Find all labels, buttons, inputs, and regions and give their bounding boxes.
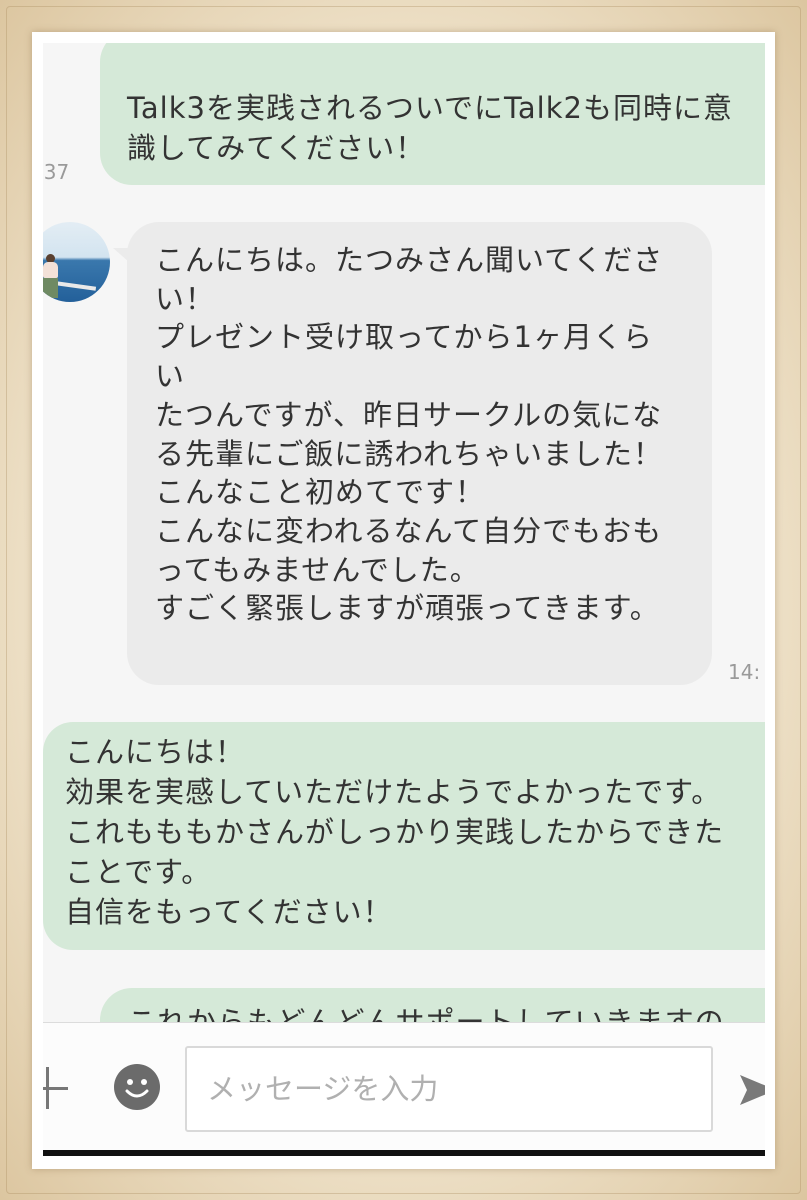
message-line: こんにちは！ (65, 735, 246, 769)
message-line: 識してみてください！ (127, 131, 426, 165)
emoji-icon[interactable] (114, 1064, 160, 1110)
message-bubble-outgoing: Talk3を実践されるついでにTalk2も同時に意 識してみてください！ (100, 43, 765, 185)
message-line: プレゼント受け取ってから1ヶ月くら (155, 320, 654, 355)
avatar-boat-rail (55, 281, 97, 291)
frame-mat (32, 32, 775, 1169)
message-line: い！ (155, 281, 216, 316)
send-icon[interactable] (738, 1070, 765, 1110)
message-bubble-outgoing: こんにちは！ 効果を実感していただけたようでよかったです。 これもももかさんがし… (43, 722, 765, 950)
bottom-edge-bar (43, 1150, 765, 1156)
message-timestamp: :37 (43, 160, 70, 184)
avatar-person-head (46, 254, 55, 263)
message-line: こんにちは。たつみさん聞いてくださ (155, 243, 664, 277)
bubble-tail (113, 248, 129, 262)
chat-screen: Talk3を実践されるついでにTalk2も同時に意 識してみてください！ :37… (43, 43, 765, 1156)
avatar-person-bottom (43, 278, 58, 298)
photo-frame: Talk3を実践されるついでにTalk2も同時に意 識してみてください！ :37… (0, 0, 807, 1200)
message-line: すごく緊張しますが頑張ってきます。 (155, 591, 660, 626)
message-line: い (155, 359, 186, 394)
message-line: Talk3を実践されるついでにTalk2も同時に意 (127, 91, 733, 125)
plus-icon[interactable] (43, 1067, 68, 1109)
message-line: ことです。 (65, 855, 212, 889)
message-line: これもももかさんがしっかり実践したからできた (65, 815, 725, 849)
message-line: 効果を実感していただけたようでよかったです。 (65, 775, 722, 809)
avatar[interactable] (43, 222, 110, 302)
message-line: こんなこと初めてです！ (155, 475, 486, 510)
message-line: たつんですが、昨日サークルの気にな (155, 397, 663, 432)
message-input[interactable] (185, 1046, 713, 1132)
avatar-person-top (43, 262, 58, 278)
message-timestamp: 14: (728, 660, 761, 684)
message-line: こんなに変われるなんて自分でもおも (155, 513, 663, 548)
message-composer (43, 1022, 765, 1150)
message-bubble-incoming: こんにちは。たつみさん聞いてくださ い！ プレゼント受け取ってから1ヶ月くら い… (127, 222, 712, 685)
message-line: る先輩にご飯に誘われちゃいました！ (155, 436, 663, 471)
message-line: 自信をもってください！ (65, 895, 393, 929)
message-line: ってもみませんでした。 (155, 552, 480, 587)
